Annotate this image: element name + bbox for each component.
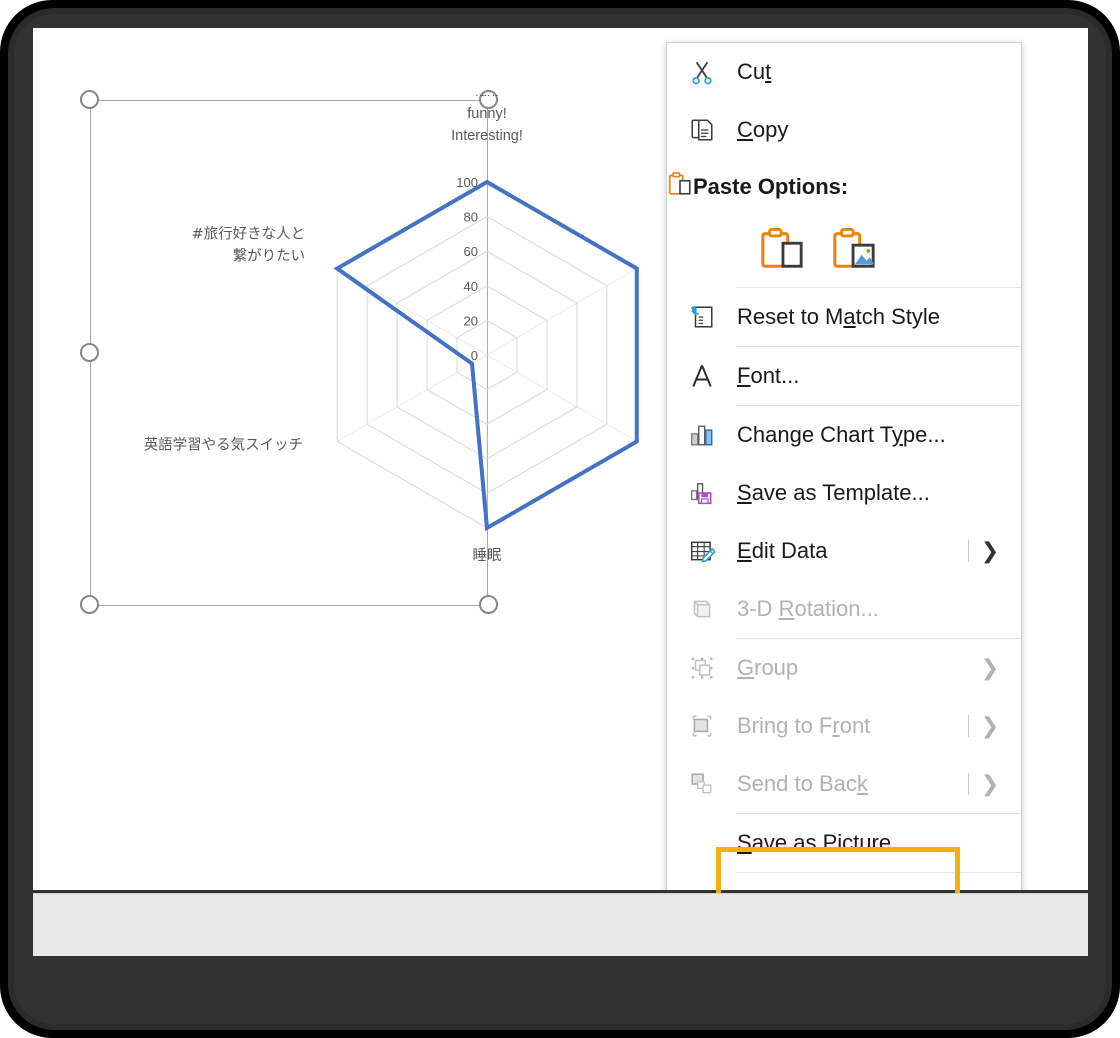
menu-item-label: Paste Options: <box>693 174 849 199</box>
menu-item-label: Edit Alt Text... <box>737 889 1021 890</box>
menu-item-paste-options[interactable]: Paste Options: <box>667 159 1021 215</box>
menu-item-label: Send to Back <box>737 771 868 796</box>
svg-text:funny!: funny! <box>467 106 507 122</box>
edit-data-icon <box>667 538 737 564</box>
copy-icon <box>667 117 737 143</box>
submenu-divider <box>968 773 969 795</box>
menu-item-label: Group <box>737 655 799 680</box>
menu-item-label: Cut <box>737 59 772 84</box>
menu-item-label: Reset to Match Style <box>737 304 940 329</box>
menu-item-bring-to-front[interactable]: Bring to Front ❯ <box>667 697 1021 755</box>
menu-item-edit-data[interactable]: Edit Data ❯ <box>667 522 1021 580</box>
submenu-divider <box>968 715 969 737</box>
menu-item-copy[interactable]: Copy <box>667 101 1021 159</box>
menu-item-group[interactable]: Group ❯ <box>667 639 1021 697</box>
submenu-arrow-icon: ❯ <box>980 655 1000 680</box>
svg-text:繋がりたい: 繋がりたい <box>233 248 306 265</box>
status-bar <box>33 893 1088 956</box>
radar-spokes <box>336 182 638 528</box>
menu-item-3d-rotation[interactable]: 3-D Rotation... <box>667 580 1021 638</box>
bar-chart-icon <box>667 422 737 448</box>
clipboard-icon <box>667 171 693 203</box>
reset-style-icon <box>667 304 737 330</box>
menu-item-label: Save as Picture... <box>737 830 910 855</box>
menu-item-font[interactable]: Font... <box>667 347 1021 405</box>
menu-item-label: Font... <box>737 363 800 388</box>
menu-item-change-chart-type[interactable]: Change Chart Type... <box>667 406 1021 464</box>
slide-canvas[interactable]: 020406080100 fun!funny!Interesting!クリエ手K… <box>33 28 1088 890</box>
menu-item-save-as-template[interactable]: Save as Template... <box>667 464 1021 522</box>
svg-text:英語学習やる気スイッチ: 英語学習やる気スイッチ <box>144 436 304 454</box>
paste-options-row[interactable] <box>667 215 1021 287</box>
svg-text:100: 100 <box>456 175 478 190</box>
paste-picture-icon[interactable] <box>831 226 877 277</box>
svg-text:#旅行好きな人と: #旅行好きな人と <box>192 226 306 243</box>
svg-text:Interesting!: Interesting! <box>451 128 523 144</box>
menu-item-label: 3-D Rotation... <box>737 596 879 621</box>
group-icon <box>667 655 737 681</box>
svg-text:0: 0 <box>471 348 478 363</box>
rotation-3d-icon <box>667 596 737 622</box>
menu-item-cut[interactable]: Cut <box>667 43 1021 101</box>
svg-text:80: 80 <box>464 210 478 225</box>
scissors-icon <box>667 59 737 85</box>
submenu-divider <box>968 540 969 562</box>
menu-item-label: Change Chart Type... <box>737 422 946 447</box>
menu-item-save-as-picture[interactable]: Save as Picture... <box>667 814 1021 872</box>
menu-item-send-to-back[interactable]: Send to Back ❯ <box>667 755 1021 813</box>
svg-text:睡眠: 睡眠 <box>473 547 502 564</box>
svg-text:40: 40 <box>464 279 478 294</box>
font-a-icon <box>667 362 737 390</box>
svg-text:20: 20 <box>464 313 478 328</box>
menu-item-reset-to-match-style[interactable]: Reset to Match Style <box>667 288 1021 346</box>
alt-text-icon <box>667 889 737 890</box>
paste-keep-source-formatting-icon[interactable] <box>759 226 805 277</box>
radar-axis-tick-labels: 0 20 40 60 80 100 <box>456 175 478 363</box>
save-template-icon <box>667 480 737 506</box>
menu-item-edit-alt-text[interactable]: Edit Alt Text... <box>667 873 1021 890</box>
menu-item-label: Bring to Front <box>737 713 871 738</box>
svg-text:fun!: fun! <box>475 95 499 100</box>
menu-item-label: Copy <box>737 117 789 142</box>
send-back-icon <box>667 771 737 797</box>
menu-item-label: Edit Data <box>737 538 828 563</box>
context-menu[interactable]: Cut Copy Paste Options: Reset to Match S… <box>666 42 1022 890</box>
menu-item-label: Save as Template... <box>737 480 930 505</box>
svg-text:60: 60 <box>464 244 478 259</box>
bring-front-icon <box>667 713 737 739</box>
